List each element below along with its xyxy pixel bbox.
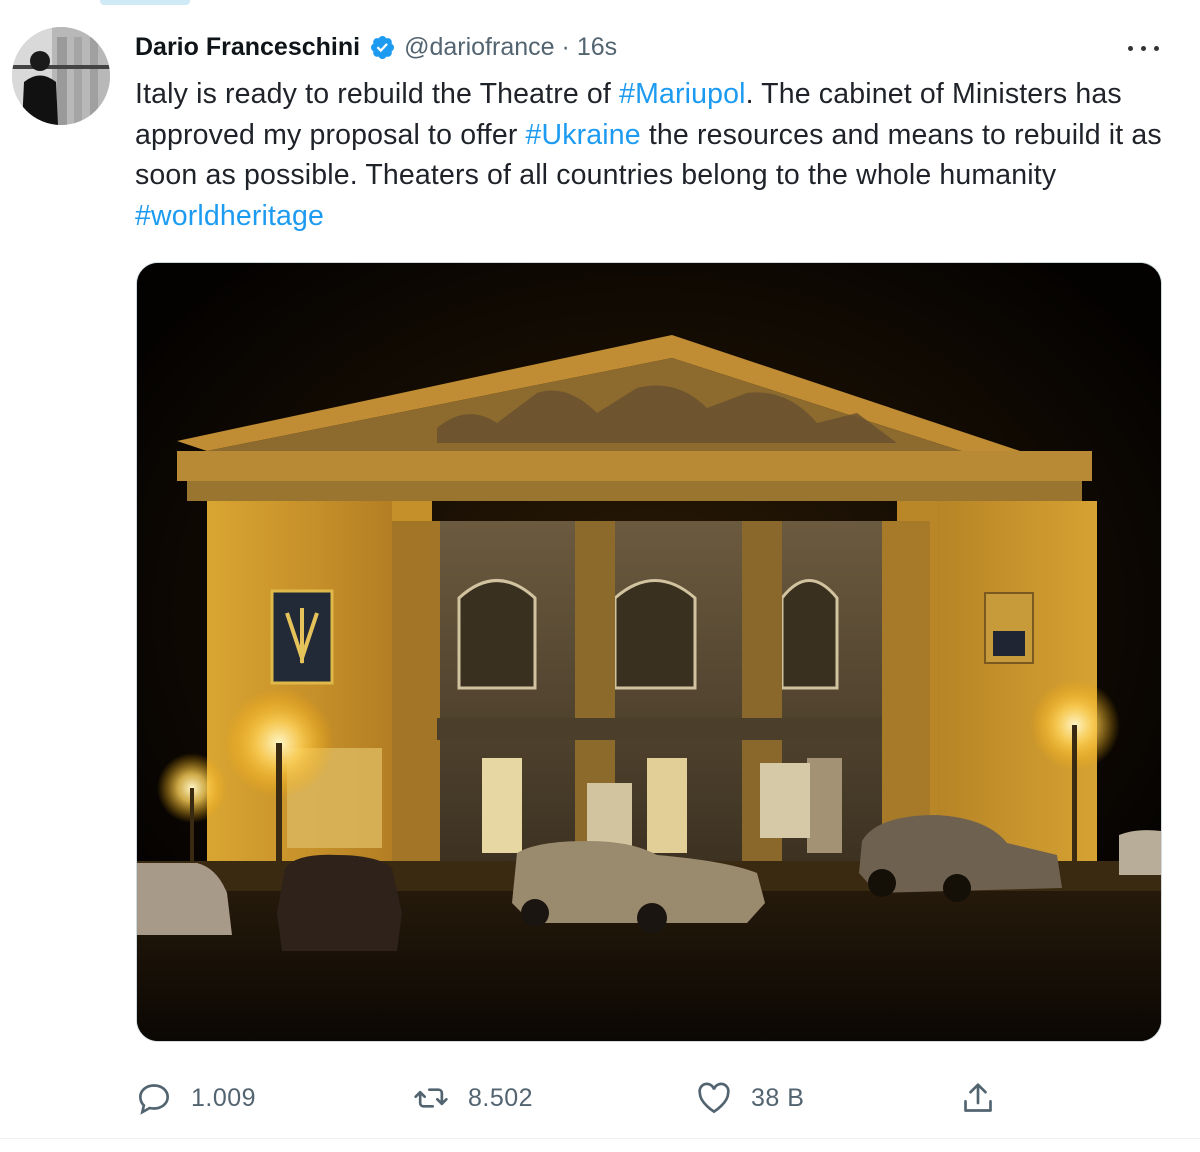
retweet-count: 8.502 (468, 1083, 534, 1112)
more-options-button[interactable] (1124, 32, 1164, 62)
like-count: 38 B (751, 1083, 805, 1112)
hashtag-link-worldheritage[interactable]: #worldheritage (135, 200, 324, 232)
retweet-icon (411, 1078, 451, 1118)
author-name[interactable]: Dario Franceschini (135, 33, 360, 62)
header-separator: · (561, 32, 570, 61)
tweet-timestamp[interactable]: 16s (577, 33, 617, 62)
heart-icon (694, 1078, 734, 1118)
share-button[interactable] (958, 1068, 998, 1128)
retweet-button[interactable]: 8.502 (411, 1068, 533, 1128)
verified-badge-icon (369, 34, 396, 61)
reply-count: 1.009 (191, 1083, 257, 1112)
hashtag-link-ukraine[interactable]: #Ukraine (526, 119, 641, 151)
ellipsis-icon (1128, 46, 1133, 51)
share-upload-icon (958, 1078, 998, 1118)
tweet-actions-bar: 1.009 8.502 38 B (0, 1068, 1200, 1128)
top-tab-indicator (100, 0, 190, 5)
avatar-photo (12, 27, 110, 125)
speech-bubble-icon (134, 1078, 174, 1118)
theatre-photo (137, 263, 1161, 1041)
avatar[interactable] (12, 27, 110, 125)
tweet-text-part: Italy is ready to rebuild the Theatre of (135, 78, 620, 110)
tweet-header: Dario Franceschini @dariofrance · 16s (135, 30, 617, 64)
ellipsis-dot (1154, 46, 1159, 51)
tweet-text: Italy is ready to rebuild the Theatre of… (135, 74, 1175, 236)
author-handle[interactable]: @dariofrance (404, 33, 554, 62)
tweet-card[interactable]: Dario Franceschini @dariofrance · 16s It… (0, 0, 1200, 1152)
hashtag-link-mariupol[interactable]: #Mariupol (619, 78, 746, 110)
tweet-media-photo[interactable] (136, 262, 1162, 1042)
reply-button[interactable]: 1.009 (134, 1068, 256, 1128)
ellipsis-dot (1141, 46, 1146, 51)
like-button[interactable]: 38 B (694, 1068, 804, 1128)
divider (0, 1138, 1200, 1139)
